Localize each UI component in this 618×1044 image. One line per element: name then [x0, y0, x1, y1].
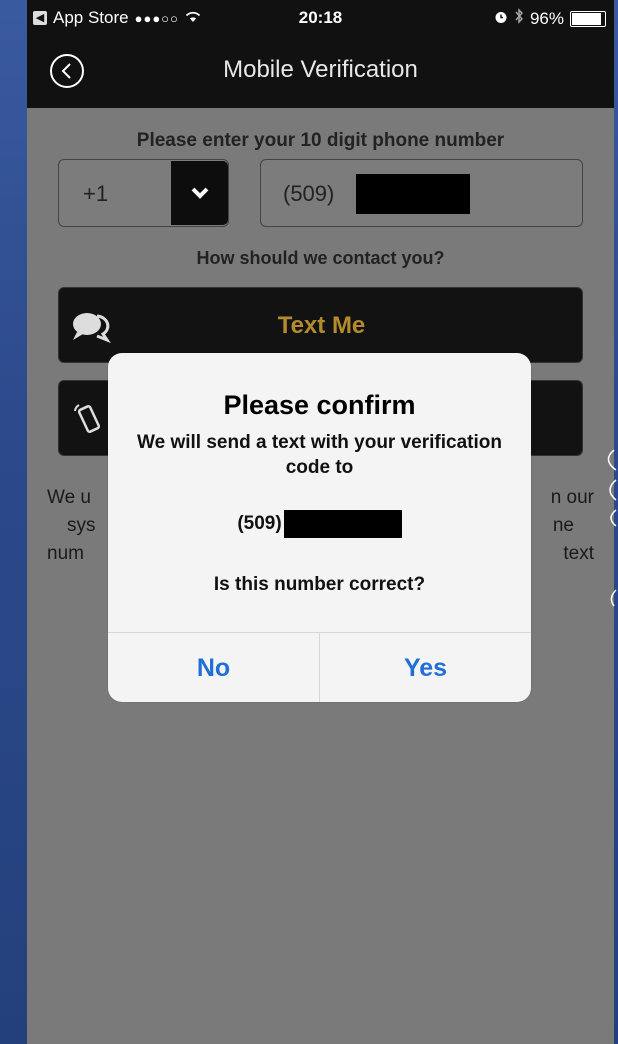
yes-button[interactable]: Yes — [319, 633, 531, 702]
no-button[interactable]: No — [108, 633, 319, 702]
alarm-icon — [494, 9, 508, 29]
phone-number-input[interactable]: (509) — [260, 159, 583, 227]
confirm-dialog: Please confirm We will send a text with … — [108, 353, 531, 702]
chevron-down-icon — [191, 187, 208, 199]
battery-icon — [570, 10, 606, 27]
phone-ringing-icon — [69, 399, 109, 444]
area-code-value: (509) — [283, 181, 335, 206]
dialog-title: Please confirm — [223, 390, 416, 420]
battery-fill — [572, 12, 601, 25]
dialog-button-row: No Yes — [108, 632, 531, 702]
status-right: 96% — [494, 8, 606, 29]
dialog-number: (509) — [108, 510, 531, 538]
phone-screen: ◀ App Store ●●●○○ 20:18 96% Mobile Verif… — [27, 0, 614, 1044]
info-line1-left: We u — [47, 487, 92, 508]
dialog-redacted-number — [283, 510, 402, 538]
dialog-question: Is this number correct? — [213, 574, 426, 595]
battery-percent: 96% — [529, 8, 564, 28]
info-line2-left: sys — [67, 515, 96, 536]
phone-prompt: Please enter your 10 digit phone number — [136, 130, 505, 151]
text-me-label: Text Me — [277, 312, 366, 339]
info-line1-right: n our — [550, 487, 594, 508]
bluetooth-icon — [514, 8, 524, 29]
page-title: Mobile Verification — [223, 56, 418, 83]
decorative-lines — [607, 449, 617, 607]
text-me-button[interactable]: Text Me — [58, 287, 583, 363]
redacted-number — [356, 174, 470, 214]
country-code-value: +1 — [83, 181, 109, 206]
country-dropdown-button[interactable] — [171, 161, 228, 225]
dialog-message: We will send a text with your verificati… — [137, 432, 502, 478]
info-line3-left: num — [47, 543, 84, 564]
dialog-area-code: (509) — [237, 513, 282, 534]
info-line3-right: text — [563, 543, 594, 564]
contact-prompt: How should we contact you? — [196, 248, 445, 268]
info-line2-right: ne — [552, 515, 574, 536]
nav-bar: Mobile Verification — [27, 36, 614, 108]
status-bar: ◀ App Store ●●●○○ 20:18 96% — [27, 0, 614, 36]
country-code-select[interactable]: +1 — [58, 159, 229, 227]
